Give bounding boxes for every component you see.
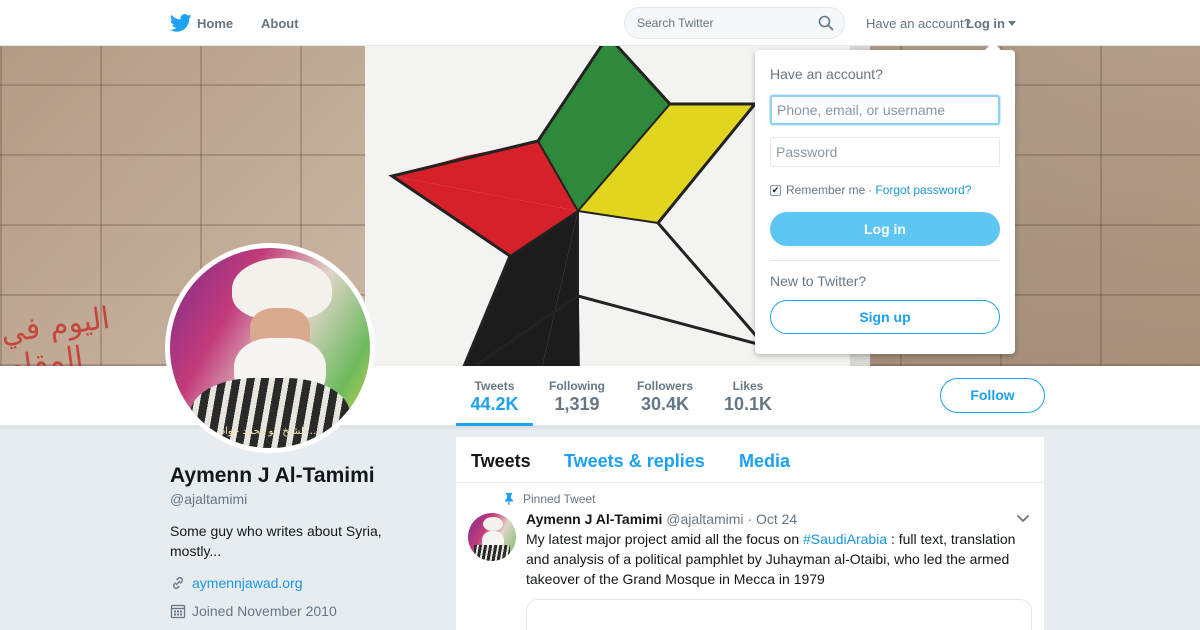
remember-me-label[interactable]: Remember me <box>786 183 865 197</box>
remember-me-row: ✔ Remember me · Forgot password? <box>770 183 971 197</box>
dropdown-arrow <box>985 42 1001 50</box>
stat-followers[interactable]: Followers 30.4K <box>631 366 699 426</box>
tab-tweets[interactable]: Tweets <box>471 451 531 472</box>
nav-home-link[interactable]: Home <box>170 12 233 34</box>
caret-down-icon <box>1008 21 1016 26</box>
password-field[interactable] <box>770 137 1000 167</box>
profile-joined-date: Joined November 2010 <box>192 603 337 619</box>
twitter-bird-icon <box>170 14 192 32</box>
tweet-header: Aymenn J Al-Tamimi @ajaltamimi · Oct 24 <box>526 511 797 527</box>
tweet-avatar-robe <box>474 545 510 561</box>
search-box <box>624 7 845 39</box>
banner-star-graphic <box>388 46 770 366</box>
account-prompt: Have an account? <box>866 16 971 31</box>
pin-icon <box>505 493 513 505</box>
profile-avatar[interactable]: الشيخ ابو محمد جواد ... <box>165 243 375 453</box>
stat-likes[interactable]: Likes 10.1K <box>718 366 778 426</box>
tweet-author-name[interactable]: Aymenn J Al-Tamimi <box>526 511 662 527</box>
stat-label: Likes <box>732 379 764 393</box>
search-icon[interactable] <box>818 15 834 31</box>
login-toggle-label: Log in <box>966 16 1005 31</box>
stat-value: 1,319 <box>554 394 600 414</box>
login-dropdown-toggle[interactable]: Log in <box>966 16 1016 31</box>
profile-handle[interactable]: @ajaltamimi <box>170 491 247 507</box>
login-dropdown-title: Have an account? <box>770 66 883 82</box>
tweet-hashtag-link[interactable]: #SaudiArabia <box>803 531 887 547</box>
tweet-timestamp[interactable]: · Oct 24 <box>747 511 797 527</box>
profile-name[interactable]: Aymenn J Al-Tamimi <box>170 464 375 488</box>
new-to-twitter-prompt: New to Twitter? <box>770 273 867 289</box>
avatar-caption: الشيخ ابو محمد جواد ... <box>220 426 320 437</box>
login-button[interactable]: Log in <box>770 212 1000 246</box>
pinned-tweet-label: Pinned Tweet <box>523 492 596 506</box>
profile-website-link[interactable]: aymennjawad.org <box>192 575 303 591</box>
stat-value: 10.1K <box>723 394 773 414</box>
nav-home-label: Home <box>197 15 234 31</box>
stat-label: Tweets <box>474 379 515 393</box>
tweet-text: My latest major project amid all the foc… <box>526 529 1026 589</box>
stat-label: Following <box>549 379 605 393</box>
stat-tweets[interactable]: Tweets 44.2K <box>456 366 533 426</box>
search-input[interactable] <box>625 8 805 38</box>
tweet-author-handle[interactable]: @ajaltamimi <box>666 511 743 527</box>
profile-bio: Some guy who writes about Syria, mostly.… <box>170 523 382 559</box>
profile-joined-row: Joined November 2010 <box>170 603 337 619</box>
tab-tweets-and-replies[interactable]: Tweets & replies <box>564 451 705 472</box>
link-icon <box>173 577 183 589</box>
pinned-tweet-context: Pinned Tweet <box>504 492 596 506</box>
calendar-icon <box>170 604 186 619</box>
login-dropdown: Have an account? ✔ Remember me · Forgot … <box>755 42 1015 354</box>
tweet-text-start: My latest major project amid all the foc… <box>526 531 804 547</box>
forgot-password-link[interactable]: Forgot password? <box>875 183 971 197</box>
avatar-photo: الشيخ ابو محمد جواد ... <box>170 248 370 448</box>
stat-value: 30.4K <box>640 394 690 414</box>
tab-media[interactable]: Media <box>739 451 790 472</box>
top-navigation: Home About Have an account? Log in <box>0 0 1200 46</box>
username-field[interactable] <box>770 95 1000 125</box>
stat-label: Followers <box>636 379 693 393</box>
banner-arabic-text: اليوم في المقام <box>0 300 112 366</box>
timeline: Tweets Tweets & replies Media Pinned Twe… <box>456 437 1044 630</box>
avatar-robe <box>190 378 350 448</box>
tweet-link-card[interactable] <box>526 599 1032 630</box>
stat-value: 44.2K <box>470 394 519 414</box>
chevron-down-icon[interactable] <box>1017 515 1029 523</box>
timeline-tabs: Tweets Tweets & replies Media <box>456 437 1044 483</box>
divider <box>770 260 1000 261</box>
tweet-avatar-turban <box>483 517 503 531</box>
stat-following[interactable]: Following 1,319 <box>543 366 611 426</box>
signup-button[interactable]: Sign up <box>770 300 1000 334</box>
follow-button[interactable]: Follow <box>940 378 1045 413</box>
separator-dot: · <box>868 183 873 197</box>
nav-about-link[interactable]: About <box>261 16 299 31</box>
remember-me-checkbox[interactable]: ✔ <box>770 184 781 196</box>
tweet-author-avatar[interactable] <box>468 513 516 561</box>
profile-website-row: aymennjawad.org <box>170 575 303 591</box>
